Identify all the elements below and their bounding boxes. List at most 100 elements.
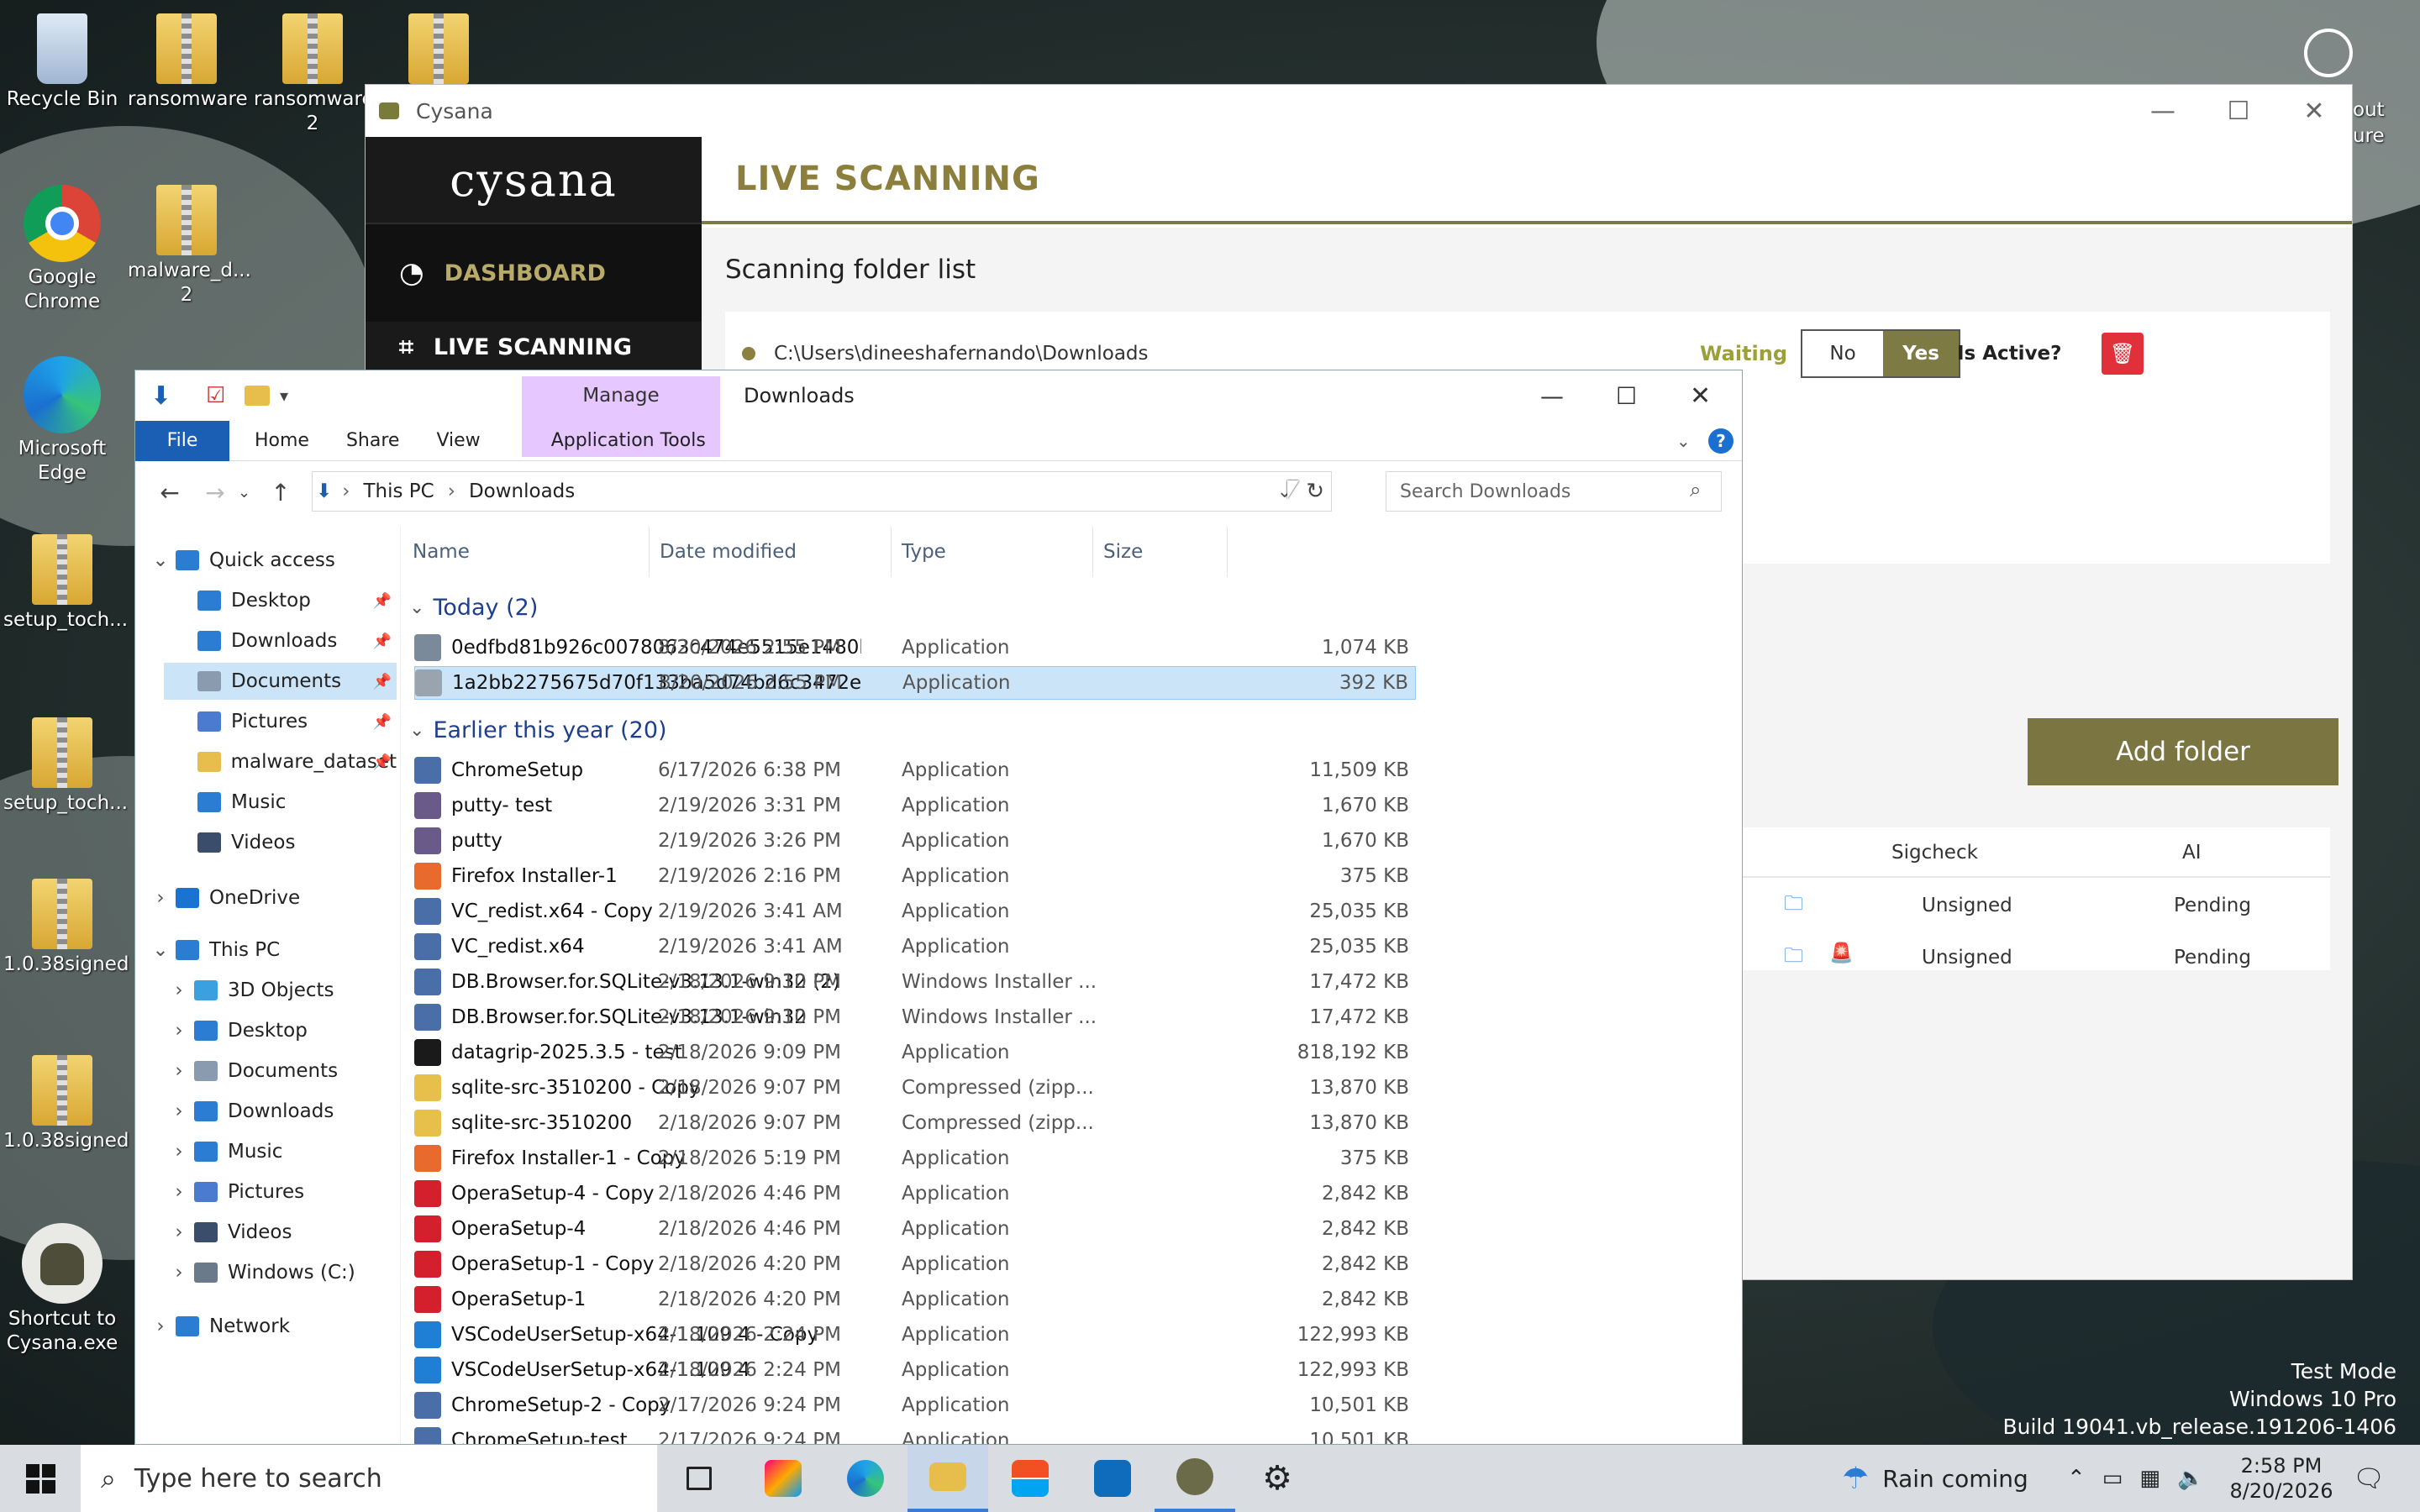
tree-item[interactable]: Downloads 📌 (164, 622, 397, 659)
tree-item[interactable]: › Music (164, 1133, 397, 1170)
close-button[interactable]: ✕ (2276, 85, 2352, 137)
add-folder-button[interactable]: Add folder (2028, 718, 2338, 785)
back-arrow-icon[interactable]: ← (147, 479, 192, 507)
file-row[interactable]: DB.Browser.for.SQLite-v3.13.1-win32 2/18/… (414, 1000, 1416, 1034)
network-icon[interactable]: ▦ (2139, 1466, 2160, 1491)
file-row[interactable]: putty 2/19/2026 3:26 PM Application 1,670 K… (414, 824, 1416, 858)
new-folder-icon[interactable] (245, 386, 270, 406)
open-folder-icon[interactable]: 🗀 (1784, 942, 1803, 974)
file-row[interactable]: 0edfbd81b926c0078063c474e5515e1480b... 8/… (414, 631, 1416, 664)
group-header[interactable]: ⌄ Earlier this year (20) (409, 711, 1740, 748)
toggle-yes-button[interactable]: Yes (1883, 331, 1959, 376)
chevron-icon[interactable]: ⌄ (145, 939, 176, 961)
start-button[interactable] (0, 1445, 81, 1512)
tab-share[interactable]: Share (328, 421, 418, 461)
tree-item[interactable]: › Pictures (164, 1173, 397, 1210)
maximize-button[interactable]: ☐ (2201, 85, 2276, 137)
file-row[interactable]: ChromeSetup-test 2/17/2026 9:24 PM Applica… (414, 1424, 1416, 1444)
tree-item[interactable]: › Desktop (164, 1012, 397, 1049)
file-row[interactable]: sqlite-src-3510200 2/18/2026 9:07 PM Compr… (414, 1106, 1416, 1140)
user-account-icon[interactable] (2304, 29, 2353, 77)
store-icon[interactable] (990, 1445, 1071, 1512)
cysana-icon[interactable] (1155, 1445, 1235, 1512)
signed-2-desktop-icon[interactable]: 1.0.38signed (3, 1055, 129, 1153)
file-row[interactable]: OperaSetup-1 2/18/2026 4:20 PM Application… (414, 1283, 1416, 1316)
tree-item[interactable]: ⌄ Quick access (145, 542, 397, 579)
weather-widget[interactable]: ☂ Rain coming (1842, 1445, 2028, 1512)
ransomware-desktop-icon[interactable]: ransomware (128, 13, 248, 112)
file-row[interactable]: Firefox Installer-1 2/19/2026 2:16 PM Appl… (414, 859, 1416, 893)
properties-icon[interactable]: ☑ (206, 383, 225, 408)
chevron-icon[interactable]: › (145, 1315, 176, 1337)
tree-item[interactable]: › Videos (164, 1214, 397, 1251)
nav-live-scanning[interactable]: ⌗ LIVE SCANNING (366, 322, 702, 372)
file-row[interactable]: putty- test 2/19/2026 3:31 PM Application 1… (414, 789, 1416, 822)
file-row[interactable]: ChromeSetup 6/17/2026 6:38 PM Application 1… (414, 753, 1416, 787)
file-row[interactable]: OperaSetup-4 - Copy 2/18/2026 4:46 PM Appl… (414, 1177, 1416, 1210)
file-row[interactable]: 1a2bb2275675d70f133ba5d74bd6c3472eb... 8/… (414, 666, 1416, 700)
signed-1-desktop-icon[interactable]: 1.0.38signed (3, 879, 129, 977)
chevron-icon[interactable]: › (145, 887, 176, 909)
tree-item[interactable]: › Documents (164, 1053, 397, 1089)
delete-folder-button[interactable]: 🗑 (2102, 333, 2144, 375)
tree-item[interactable]: malware_dataset 📌 (164, 743, 397, 780)
tab-file[interactable]: File (135, 420, 229, 461)
ransomware-2-desktop-icon[interactable]: ransomware 2 (254, 13, 374, 136)
chrome-desktop-icon[interactable]: Google Chrome (3, 185, 121, 314)
column-name[interactable]: Name (402, 527, 650, 577)
tab-view[interactable]: View (418, 421, 498, 461)
chevron-up-icon[interactable]: ⌃ (2067, 1466, 2086, 1491)
chevron-icon[interactable]: › (164, 1262, 194, 1284)
tree-item[interactable]: Desktop 📌 (164, 582, 397, 619)
chevron-icon[interactable]: ⌄ (145, 549, 176, 571)
recent-locations-icon[interactable]: ⌄ (238, 484, 258, 501)
breadcrumb-downloads[interactable]: Downloads (469, 480, 575, 502)
minimize-button[interactable]: — (2125, 85, 2201, 137)
chevron-icon[interactable]: › (164, 1020, 194, 1042)
close-button[interactable]: ✕ (1690, 381, 1711, 411)
chevron-icon[interactable]: › (164, 1100, 194, 1122)
task-view-icon[interactable] (659, 1445, 739, 1512)
tab-home[interactable]: Home (229, 421, 328, 461)
file-row[interactable]: Firefox Installer-1 - Copy 2/18/2026 5:19… (414, 1142, 1416, 1175)
tree-item[interactable]: ⌄ This PC (145, 932, 397, 969)
chevron-icon[interactable]: › (164, 1181, 194, 1203)
chevron-icon[interactable]: › (164, 979, 194, 1001)
file-explorer-icon[interactable] (908, 1445, 988, 1512)
file-row[interactable]: ChromeSetup-2 - Copy 2/17/2026 9:24 PM App… (414, 1389, 1416, 1422)
edge-desktop-icon[interactable]: Microsoft Edge (3, 356, 121, 486)
toggle-no-button[interactable]: No (1802, 331, 1883, 376)
file-row[interactable]: OperaSetup-4 2/18/2026 4:46 PM Application… (414, 1212, 1416, 1246)
clock[interactable]: 2:58 PM 8/20/2026 (2227, 1445, 2336, 1512)
forward-arrow-icon[interactable]: → (192, 479, 238, 507)
tree-item[interactable]: Pictures 📌 (164, 703, 397, 740)
file-row[interactable]: DB.Browser.for.SQLite-v3.13.1-win32 (2) 2… (414, 965, 1416, 999)
maximize-button[interactable]: ☐ (1616, 382, 1637, 410)
malware-d-2-desktop-icon[interactable]: malware_d... 2 (128, 185, 251, 307)
file-row[interactable]: VC_redist.x64 2/19/2026 3:41 AM Applicatio… (414, 930, 1416, 963)
cysana-shortcut-desktop-icon[interactable]: Shortcut to Cysana.exe (3, 1223, 121, 1356)
notification-center-icon[interactable]: 🗨 (2353, 1445, 2385, 1512)
chevron-icon[interactable]: › (164, 1221, 194, 1243)
quick-access-toolbar-dropdown[interactable]: ▾ (280, 386, 288, 406)
help-icon[interactable]: ? (1708, 428, 1733, 454)
chevron-icon[interactable]: › (164, 1141, 194, 1163)
tree-item[interactable]: Documents 📌 (164, 663, 397, 700)
tree-item[interactable]: › Downloads (164, 1093, 397, 1130)
tree-item[interactable]: › 3D Objects (164, 972, 397, 1009)
folder-desktop-icon[interactable] (380, 13, 497, 87)
tree-item[interactable]: Music (164, 784, 397, 821)
breadcrumb[interactable]: ⬇ › This PC › Downloads ⌄ ↻ (312, 471, 1332, 512)
volume-icon[interactable]: 🔈 (2177, 1466, 2204, 1491)
group-header[interactable]: ⌄ Today (2) (409, 589, 1742, 626)
ribbon-expand-icon[interactable]: ⌄ (1676, 431, 1691, 451)
tree-item[interactable]: Videos (164, 824, 397, 861)
file-row[interactable]: VC_redist.x64 - Copy 2/19/2026 3:41 AM App… (414, 895, 1416, 928)
recycle-bin-desktop-icon[interactable]: Recycle Bin (3, 13, 121, 112)
nav-dashboard[interactable]: ◔ DASHBOARD (366, 224, 702, 322)
active-toggle[interactable]: No Yes (1801, 329, 1960, 378)
chevron-down-icon[interactable]: ⌄ (409, 597, 424, 618)
column-date-modified[interactable]: Date modified (650, 527, 892, 577)
tree-item[interactable]: › Network (145, 1308, 397, 1345)
minimize-button[interactable]: — (1540, 382, 1564, 410)
